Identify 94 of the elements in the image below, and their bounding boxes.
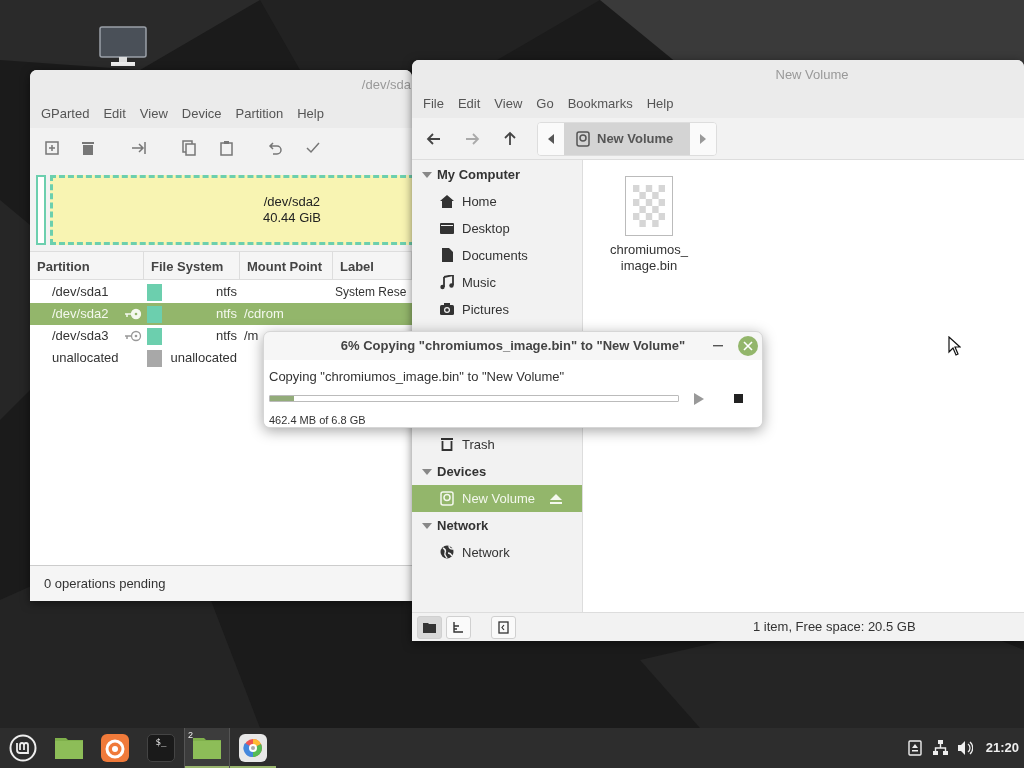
taskbar-button[interactable]: 2 (184, 728, 230, 768)
expander-down-icon[interactable] (422, 466, 432, 477)
menu-item[interactable]: File (416, 94, 451, 114)
camera-icon (440, 302, 454, 317)
section-header: My Computer (437, 165, 521, 184)
sidebar-item[interactable]: Documents (412, 242, 582, 269)
arrow-to-bar-icon[interactable] (131, 140, 147, 156)
document-icon (440, 248, 454, 263)
globe-icon (440, 545, 454, 560)
status-text: Copying "chromiumos_image.bin" to "New Volume" (269, 368, 566, 386)
trash-icon[interactable] (80, 140, 96, 156)
status-text: 1 item, Free space: 20.5 GB (753, 618, 916, 637)
table-cell-text: /dev/sda3 (52, 327, 109, 346)
menu-item[interactable]: Help (639, 94, 681, 114)
mouse-pointer-icon (948, 336, 961, 356)
path-button[interactable]: New Volume (564, 122, 691, 155)
eject-icon (907, 740, 923, 756)
sidebar-toggle-icon (497, 620, 510, 634)
expander-down-icon[interactable] (422, 520, 432, 531)
tree-icon (452, 620, 465, 634)
sidebar-item[interactable]: Home (412, 188, 582, 215)
close-icon (743, 341, 753, 351)
back-arrow-icon (426, 130, 442, 147)
desktop-icon (440, 221, 454, 236)
section-header: Devices (437, 462, 487, 481)
clock[interactable]: 21:20 (977, 738, 1024, 758)
sidebar-item[interactable]: Pictures (412, 296, 582, 323)
view-button[interactable] (446, 615, 471, 639)
trash-icon (440, 437, 454, 452)
status-text: 0 operations pending (30, 565, 412, 601)
table-row[interactable]: /dev/sda1 ntfs System Rese (30, 281, 412, 303)
caret-left-icon (548, 133, 554, 144)
volume-icon (957, 740, 973, 756)
window-title: New Volume (775, 66, 849, 85)
menu-item[interactable]: View (487, 94, 530, 114)
play-icon (694, 392, 704, 405)
menu-item[interactable]: Edit (96, 104, 133, 124)
sidebar-item[interactable]: Desktop (412, 215, 582, 242)
menu-item[interactable]: Help (290, 104, 331, 124)
table-cell-text: ntfs (216, 305, 238, 324)
network-icon (932, 740, 948, 756)
eject-icon[interactable] (550, 493, 562, 504)
menu-item[interactable]: Device (174, 104, 229, 124)
browser-icon (101, 734, 129, 762)
window-count: 2 (188, 730, 193, 740)
terminal-icon: $_ (147, 734, 175, 762)
window-title: /dev/sda (361, 76, 412, 95)
table-cell: /cdrom (244, 306, 284, 322)
table-cell-text: /dev/sda1 (52, 283, 109, 302)
caret-right-icon (700, 133, 707, 144)
house-icon (440, 194, 454, 209)
table-cell: System Rese (335, 285, 407, 300)
undo-icon[interactable] (268, 140, 284, 156)
expander-down-icon[interactable] (422, 169, 432, 180)
menu-icon (9, 734, 37, 762)
forward-arrow-icon (464, 130, 480, 147)
dialog-title: 6% Copying "chromiumos_image.bin" to "New Volume" (340, 337, 686, 356)
file-name[interactable]: chromiumos_ image.bin (610, 242, 688, 274)
copy-icon[interactable] (181, 140, 197, 156)
menu-item[interactable]: View (132, 104, 175, 124)
partition-block[interactable]: /dev/sda2 40.44 GiB (50, 175, 412, 245)
partition-label: /dev/sda2 40.44 GiB (263, 194, 321, 226)
table-cell-text: ntfs (216, 283, 238, 302)
up-arrow-icon (502, 130, 518, 147)
folder-icon (423, 620, 436, 634)
minimize-icon (713, 345, 723, 347)
clipboard-icon[interactable] (218, 140, 234, 156)
stop-icon (734, 394, 743, 403)
sidebar-item[interactable]: Music (412, 269, 582, 296)
table-cell-text: unallocated (52, 349, 119, 368)
table-cell-text: /dev/sda2 (52, 305, 109, 324)
play-button[interactable] (694, 392, 704, 405)
table-cell: /m (244, 328, 259, 344)
menu-item[interactable]: Edit (450, 94, 488, 114)
view-button[interactable] (417, 615, 442, 639)
taskbar-button[interactable]: $_ (138, 728, 184, 768)
music-note-icon (440, 275, 454, 290)
drive-icon (576, 130, 590, 147)
table-cell-text: ntfs (216, 327, 238, 346)
check-icon[interactable] (305, 140, 321, 156)
detail-text: 462.4 MB of 6.8 GB (269, 412, 367, 427)
add-icon[interactable] (44, 140, 60, 156)
menu-item[interactable]: GParted (34, 104, 97, 124)
sidebar-item[interactable]: Network (412, 539, 582, 566)
section-header: Network (437, 516, 489, 535)
close-button[interactable] (738, 336, 758, 356)
sidebar-item[interactable]: Trash (412, 431, 582, 458)
menu-item[interactable]: Partition (228, 104, 291, 124)
menu-item[interactable]: Go (529, 94, 561, 114)
menu-item[interactable]: Bookmarks (560, 94, 640, 114)
table-cell-text: unallocated (170, 349, 238, 368)
monitor-icon[interactable] (99, 26, 147, 68)
partition-block (36, 175, 46, 245)
drive-icon (440, 491, 454, 506)
